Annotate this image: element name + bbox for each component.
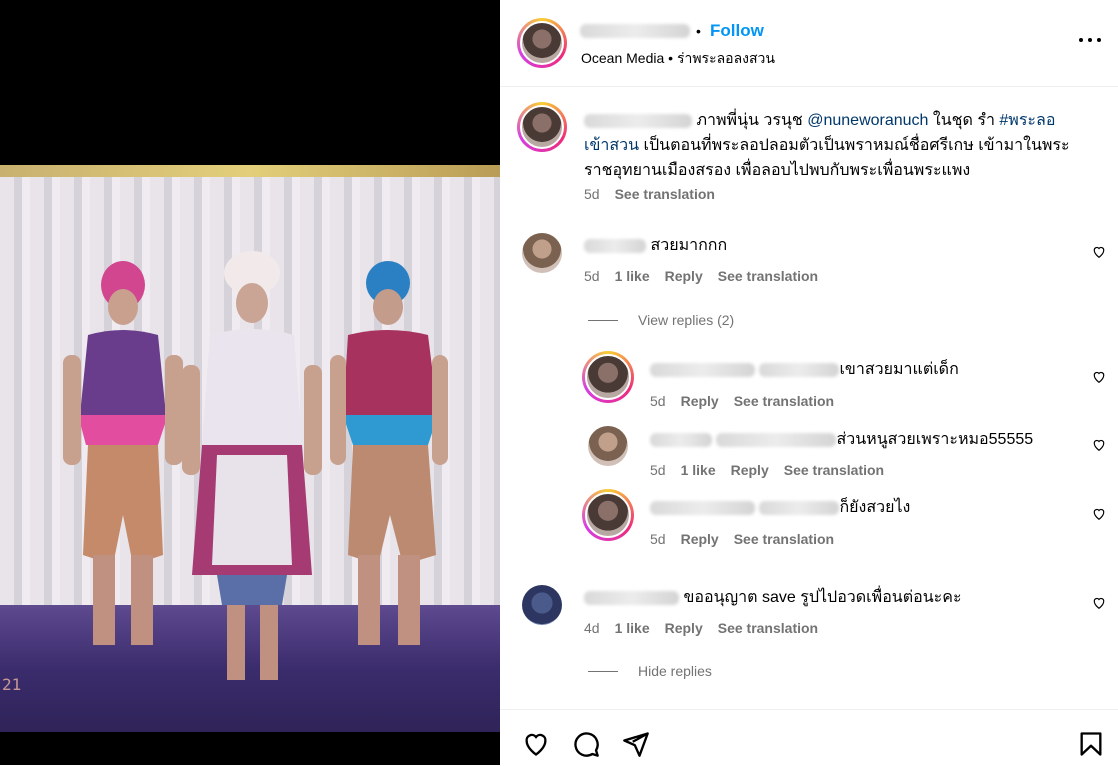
reply-likes-count[interactable]: 1 like: [681, 462, 716, 478]
post-header: • Follow Ocean Media • ร่าพระลอลงสวน: [500, 0, 1118, 87]
comment-see-translation[interactable]: See translation: [718, 620, 818, 636]
caption-see-translation[interactable]: See translation: [615, 186, 715, 202]
follow-button[interactable]: Follow: [710, 21, 764, 41]
heart-icon[interactable]: [521, 730, 551, 758]
like-icon[interactable]: [1092, 370, 1106, 384]
caption-mention-link[interactable]: @nuneworanuch: [807, 112, 928, 129]
reply-text: ส่วนหนูสวยเพราะหมอ55555: [836, 431, 1034, 448]
reply-see-translation[interactable]: See translation: [784, 462, 884, 478]
caption-timestamp: 5d: [584, 186, 600, 202]
like-icon[interactable]: [1092, 596, 1106, 610]
reply-text: ก็ยังสวยไง: [839, 499, 911, 516]
more-options-button[interactable]: [1079, 38, 1101, 44]
view-replies-line: [588, 320, 618, 321]
reply-reply-button[interactable]: Reply: [731, 462, 769, 478]
reply-avatar[interactable]: [588, 426, 628, 466]
like-icon[interactable]: [1092, 245, 1106, 259]
comment-likes-count[interactable]: 1 like: [615, 620, 650, 636]
comment-timestamp: 4d: [584, 620, 600, 636]
comment-see-translation[interactable]: See translation: [718, 268, 818, 284]
caption-text: ในชุด รำ: [932, 112, 995, 129]
comment-text-row: ขออนุญาต save รูปไปอวดเพื่อนต่อนะคะ: [584, 588, 962, 608]
author-username-redacted[interactable]: [580, 24, 690, 38]
post-sidebar: • Follow Ocean Media • ร่าพระลอลงสวน ภาพ…: [500, 0, 1118, 765]
post-media[interactable]: 21: [0, 0, 500, 765]
caption-username-redacted[interactable]: [584, 113, 692, 128]
reply-username-redacted[interactable]: [650, 362, 755, 377]
comment-meta: 5d 1 like Reply See translation: [584, 268, 818, 284]
caption-hashtag-link[interactable]: #พระลอ: [999, 112, 1055, 129]
reply-timestamp: 5d: [650, 393, 666, 409]
comment-avatar[interactable]: [522, 585, 562, 625]
hide-replies-button[interactable]: Hide replies: [638, 663, 712, 679]
reply-see-translation[interactable]: See translation: [734, 393, 834, 409]
reply-username-redacted[interactable]: [650, 500, 755, 515]
post-actions-bar: [500, 709, 1118, 766]
reply-avatar[interactable]: [582, 489, 634, 541]
post-caption: ภาพพี่นุ่น วรนุช @nuneworanuch ในชุด รำ …: [584, 108, 1089, 183]
post-photo: 21: [0, 165, 500, 732]
comment-timestamp: 5d: [584, 268, 600, 284]
comment-reply-button[interactable]: Reply: [665, 620, 703, 636]
reply-text-row: ส่วนหนูสวยเพราะหมอ55555: [650, 430, 1033, 450]
caption-hashtag-link[interactable]: เข้าสวน: [584, 137, 639, 154]
follow-separator: •: [696, 23, 701, 39]
comment-text: สวยมากกก: [650, 237, 728, 254]
comment-username-redacted[interactable]: [584, 590, 679, 605]
comment-reply-button[interactable]: Reply: [665, 268, 703, 284]
hide-replies-line: [588, 671, 618, 672]
reply-reply-button[interactable]: Reply: [681, 393, 719, 409]
reply-mention-redacted[interactable]: [759, 362, 840, 377]
comment-username-redacted[interactable]: [584, 238, 646, 253]
reply-text: เขาสวยมาแต่เด็ก: [839, 361, 959, 378]
reply-meta: 5d 1 like Reply See translation: [650, 462, 884, 478]
reply-mention-redacted[interactable]: [759, 500, 840, 515]
photo-date-stamp: 21: [2, 675, 22, 694]
caption-meta: 5d See translation: [584, 186, 715, 202]
reply-username-redacted[interactable]: [650, 432, 712, 447]
comment-avatar[interactable]: [522, 233, 562, 273]
comment-text: ขออนุญาต save รูปไปอวดเพื่อนต่อนะคะ: [683, 589, 962, 606]
like-icon[interactable]: [1092, 507, 1106, 521]
reply-timestamp: 5d: [650, 462, 666, 478]
like-icon[interactable]: [1092, 438, 1106, 452]
dancer-center-figure: [182, 251, 322, 680]
comment-meta: 4d 1 like Reply See translation: [584, 620, 818, 636]
comment-icon[interactable]: [571, 730, 601, 758]
reply-text-row: เขาสวยมาแต่เด็ก: [650, 360, 959, 380]
caption-text: ภาพพี่นุ่น วรนุช: [696, 112, 803, 129]
reply-timestamp: 5d: [650, 531, 666, 547]
photo-top-band: [0, 165, 500, 177]
caption-text: เป็นตอนที่พระลอปลอมตัวเป็นพราหมณ์ชื่อศรี…: [584, 137, 1070, 179]
reply-meta: 5d Reply See translation: [650, 393, 834, 409]
view-replies-button[interactable]: View replies (2): [638, 312, 734, 328]
reply-avatar[interactable]: [582, 351, 634, 403]
share-icon[interactable]: [621, 730, 651, 758]
comment-likes-count[interactable]: 1 like: [615, 268, 650, 284]
bookmark-icon[interactable]: [1077, 730, 1105, 758]
reply-meta: 5d Reply See translation: [650, 531, 834, 547]
more-icon: [1079, 38, 1083, 42]
reply-mention-redacted[interactable]: [716, 432, 837, 447]
post-location[interactable]: Ocean Media • ร่าพระลอลงสวน: [581, 48, 775, 70]
dancer-right-figure: [330, 261, 448, 645]
reply-text-row: ก็ยังสวยไง: [650, 498, 910, 518]
reply-reply-button[interactable]: Reply: [681, 531, 719, 547]
reply-see-translation[interactable]: See translation: [734, 531, 834, 547]
dancer-left-figure: [63, 261, 183, 645]
caption-author-avatar[interactable]: [517, 102, 567, 152]
author-avatar[interactable]: [517, 18, 567, 68]
comment-text-row: สวยมากกก: [584, 236, 727, 256]
